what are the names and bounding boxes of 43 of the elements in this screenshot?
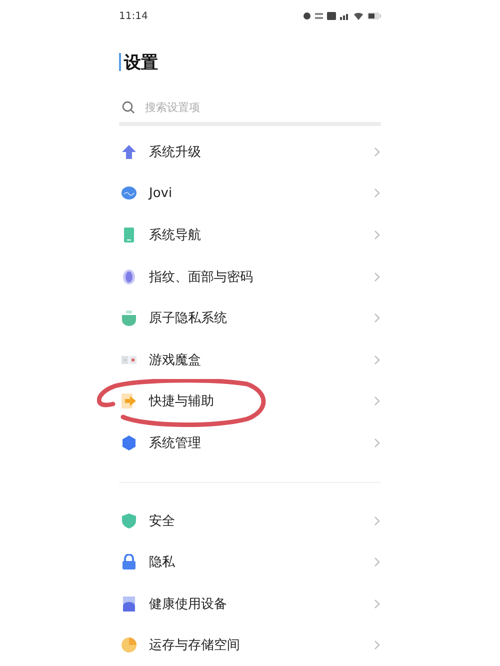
lock-icon bbox=[121, 554, 137, 570]
chevron-right-icon bbox=[373, 557, 381, 568]
settings-item[interactable]: 系统导航 bbox=[149, 226, 373, 244]
settings-item[interactable]: 指纹、面部与密码 bbox=[149, 268, 373, 286]
chevron-right-icon bbox=[373, 354, 381, 365]
chevron-right-icon bbox=[373, 272, 381, 282]
chevron-right-icon bbox=[373, 598, 381, 609]
arrow-right-icon bbox=[121, 393, 137, 410]
chevron-right-icon bbox=[373, 438, 381, 448]
chevron-right-icon bbox=[373, 146, 381, 157]
settings-item[interactable]: 系统升级 bbox=[149, 142, 373, 161]
settings-item[interactable]: 快捷与辅助 bbox=[149, 392, 373, 410]
signal-icon bbox=[340, 12, 350, 20]
hexagon-icon bbox=[121, 434, 137, 451]
settings-item[interactable]: Jovi bbox=[149, 186, 373, 201]
shield-icon bbox=[121, 512, 137, 529]
settings-item[interactable]: 安全 bbox=[149, 512, 373, 530]
search-field[interactable]: 搜索设置项 bbox=[145, 100, 345, 114]
phone-icon bbox=[121, 226, 137, 243]
pie-icon bbox=[121, 637, 137, 654]
settings-item[interactable]: 游戏魔盒 bbox=[149, 350, 373, 369]
chevron-right-icon bbox=[373, 313, 381, 324]
chevron-right-icon bbox=[373, 230, 381, 240]
cloud-icon bbox=[121, 185, 137, 202]
arrow-up-icon bbox=[121, 144, 137, 160]
settings-item[interactable]: 健康使用设备 bbox=[149, 594, 373, 613]
wifi-icon bbox=[354, 12, 363, 20]
chevron-right-icon bbox=[373, 640, 381, 650]
title-accent-bar bbox=[119, 53, 121, 71]
chevron-right-icon bbox=[373, 396, 381, 406]
status-time: 11:14 bbox=[119, 10, 148, 22]
chevron-right-icon bbox=[373, 516, 381, 526]
battery-icon bbox=[367, 12, 381, 20]
search-icon bbox=[122, 100, 135, 114]
fingerprint-icon bbox=[121, 268, 137, 285]
page-title: 设置 bbox=[124, 52, 158, 74]
chevron-right-icon bbox=[373, 188, 381, 198]
settings-item[interactable]: 原子隐私系统 bbox=[149, 309, 373, 328]
settings-item[interactable]: 系统管理 bbox=[149, 434, 373, 452]
device-icon bbox=[121, 596, 137, 612]
settings-item[interactable]: 运存与存储空间 bbox=[149, 636, 373, 654]
settings-item[interactable]: 隐私 bbox=[149, 553, 373, 572]
pot-icon bbox=[121, 310, 137, 326]
